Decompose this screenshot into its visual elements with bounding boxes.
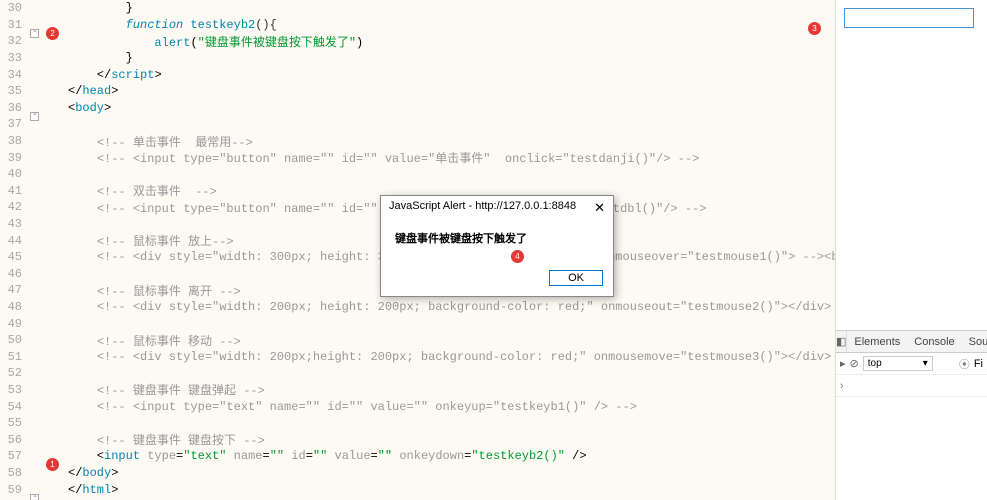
line-number: 58 — [0, 466, 28, 480]
code-content[interactable]: <!-- <input type="text" name="" id="" va… — [68, 400, 835, 414]
line-number: 32 — [0, 34, 28, 48]
code-content[interactable]: <!-- 键盘事件 键盘按下 --> — [68, 431, 835, 448]
dialog-message: 键盘事件被键盘按下触发了 — [395, 233, 527, 245]
dialog-title: JavaScript Alert - http://127.0.0.1:8848 — [389, 200, 576, 216]
line-number: 40 — [0, 167, 28, 181]
code-content[interactable]: alert("键盘事件被键盘按下触发了") — [68, 33, 835, 50]
code-content[interactable]: </head> — [68, 84, 835, 98]
code-line-40[interactable]: 40 — [0, 166, 835, 183]
ok-button[interactable]: OK — [549, 270, 603, 286]
code-line-56[interactable]: 56 <!-- 键盘事件 键盘按下 --> — [0, 431, 835, 448]
code-line-35[interactable]: 35 </head> — [0, 83, 835, 100]
console-prompt[interactable]: › — [840, 380, 844, 392]
tab-sources[interactable]: Sources — [962, 331, 987, 352]
line-number: 45 — [0, 250, 28, 264]
line-number: 46 — [0, 267, 28, 281]
stop-icon[interactable]: ⊘ — [850, 357, 859, 370]
code-line-51[interactable]: 51 <!-- <div style="width: 200px;height:… — [0, 348, 835, 365]
line-number: 52 — [0, 366, 28, 380]
line-number: 43 — [0, 217, 28, 231]
right-panel: ◧ Elements Console Sources ▸ ⊘ top▾ ⦿ Fi… — [835, 0, 987, 500]
code-content[interactable]: <!-- 鼠标事件 移动 --> — [68, 332, 835, 349]
error-badge-2: 2 — [46, 27, 59, 40]
code-content[interactable]: } — [68, 51, 835, 65]
line-number: 55 — [0, 416, 28, 430]
browser-preview — [836, 0, 987, 330]
code-line-34[interactable]: 34 </script> — [0, 66, 835, 83]
line-number: 39 — [0, 151, 28, 165]
code-line-37[interactable]: 37 — [0, 116, 835, 133]
inspect-icon[interactable]: ◧ — [836, 331, 847, 352]
line-number: 49 — [0, 317, 28, 331]
line-number: 59 — [0, 483, 28, 497]
code-content[interactable]: <input type="text" name="" id="" value="… — [68, 449, 835, 463]
play-icon[interactable]: ▸ — [840, 357, 846, 370]
filter-label: Fi — [974, 358, 983, 370]
code-line-32[interactable]: 32 alert("键盘事件被键盘按下触发了") — [0, 33, 835, 50]
code-content[interactable]: <!-- 键盘事件 键盘弹起 --> — [68, 381, 835, 398]
line-number: 57 — [0, 449, 28, 463]
code-line-48[interactable]: 48 <!-- <div style="width: 200px; height… — [0, 299, 835, 316]
code-line-53[interactable]: 53 <!-- 键盘事件 键盘弹起 --> — [0, 382, 835, 399]
code-editor[interactable]: 30 }312 function testkeyb2(){32 alert("键… — [0, 0, 835, 500]
code-line-59[interactable]: 59 </html> — [0, 481, 835, 498]
line-number: 47 — [0, 283, 28, 297]
line-number: 50 — [0, 333, 28, 347]
line-number: 44 — [0, 234, 28, 248]
code-content[interactable]: <body> — [68, 101, 835, 115]
code-line-55[interactable]: 55 — [0, 415, 835, 432]
code-line-54[interactable]: 54 <!-- <input type="text" name="" id=""… — [0, 398, 835, 415]
code-line-39[interactable]: 39 <!-- <input type="button" name="" id=… — [0, 149, 835, 166]
line-number: 56 — [0, 433, 28, 447]
code-content[interactable]: <!-- <div style="width: 200px; height: 2… — [68, 300, 835, 314]
code-content[interactable]: } — [68, 1, 835, 15]
code-line-38[interactable]: 38 <!-- 单击事件 最常用--> — [0, 133, 835, 150]
code-line-58[interactable]: 58 </body> — [0, 465, 835, 482]
error-badge-3: 3 — [808, 22, 821, 35]
preview-text-input[interactable] — [844, 8, 974, 28]
line-number: 33 — [0, 51, 28, 65]
alert-dialog: JavaScript Alert - http://127.0.0.1:8848… — [380, 195, 614, 297]
devtools-panel: ◧ Elements Console Sources ▸ ⊘ top▾ ⦿ Fi… — [836, 330, 987, 500]
code-line-49[interactable]: 49 — [0, 315, 835, 332]
line-number: 42 — [0, 200, 28, 214]
line-number: 31 — [0, 18, 28, 32]
code-line-57[interactable]: 571 <input type="text" name="" id="" val… — [0, 448, 835, 465]
code-content[interactable]: <!-- <div style="width: 200px;height: 20… — [68, 350, 835, 364]
code-content[interactable]: <!-- <input type="button" name="" id="" … — [68, 149, 835, 166]
code-content[interactable]: </html> — [68, 483, 835, 497]
line-number: 38 — [0, 134, 28, 148]
line-number: 30 — [0, 1, 28, 15]
code-content[interactable]: <!-- 单击事件 最常用--> — [68, 133, 835, 150]
tab-elements[interactable]: Elements — [847, 331, 907, 352]
code-line-30[interactable]: 30 } — [0, 0, 835, 17]
code-line-50[interactable]: 50 <!-- 鼠标事件 移动 --> — [0, 332, 835, 349]
line-number: 35 — [0, 84, 28, 98]
line-number: 37 — [0, 117, 28, 131]
code-line-33[interactable]: 33 } — [0, 50, 835, 67]
line-number: 36 — [0, 101, 28, 115]
close-icon[interactable]: ✕ — [594, 200, 605, 216]
code-line-52[interactable]: 52 — [0, 365, 835, 382]
line-number: 53 — [0, 383, 28, 397]
line-number: 34 — [0, 68, 28, 82]
code-content[interactable]: </body> — [68, 466, 835, 480]
line-number: 51 — [0, 350, 28, 364]
code-content[interactable]: function testkeyb2(){ — [68, 18, 835, 32]
context-selector[interactable]: top▾ — [863, 356, 933, 371]
line-number: 54 — [0, 400, 28, 414]
code-content[interactable]: </script> — [68, 68, 835, 82]
tab-console[interactable]: Console — [907, 331, 961, 352]
code-line-36[interactable]: 36 <body> — [0, 100, 835, 117]
code-line-31[interactable]: 312 function testkeyb2(){ — [0, 17, 835, 34]
error-badge-4: 4 — [511, 250, 524, 263]
line-number: 41 — [0, 184, 28, 198]
line-number: 48 — [0, 300, 28, 314]
